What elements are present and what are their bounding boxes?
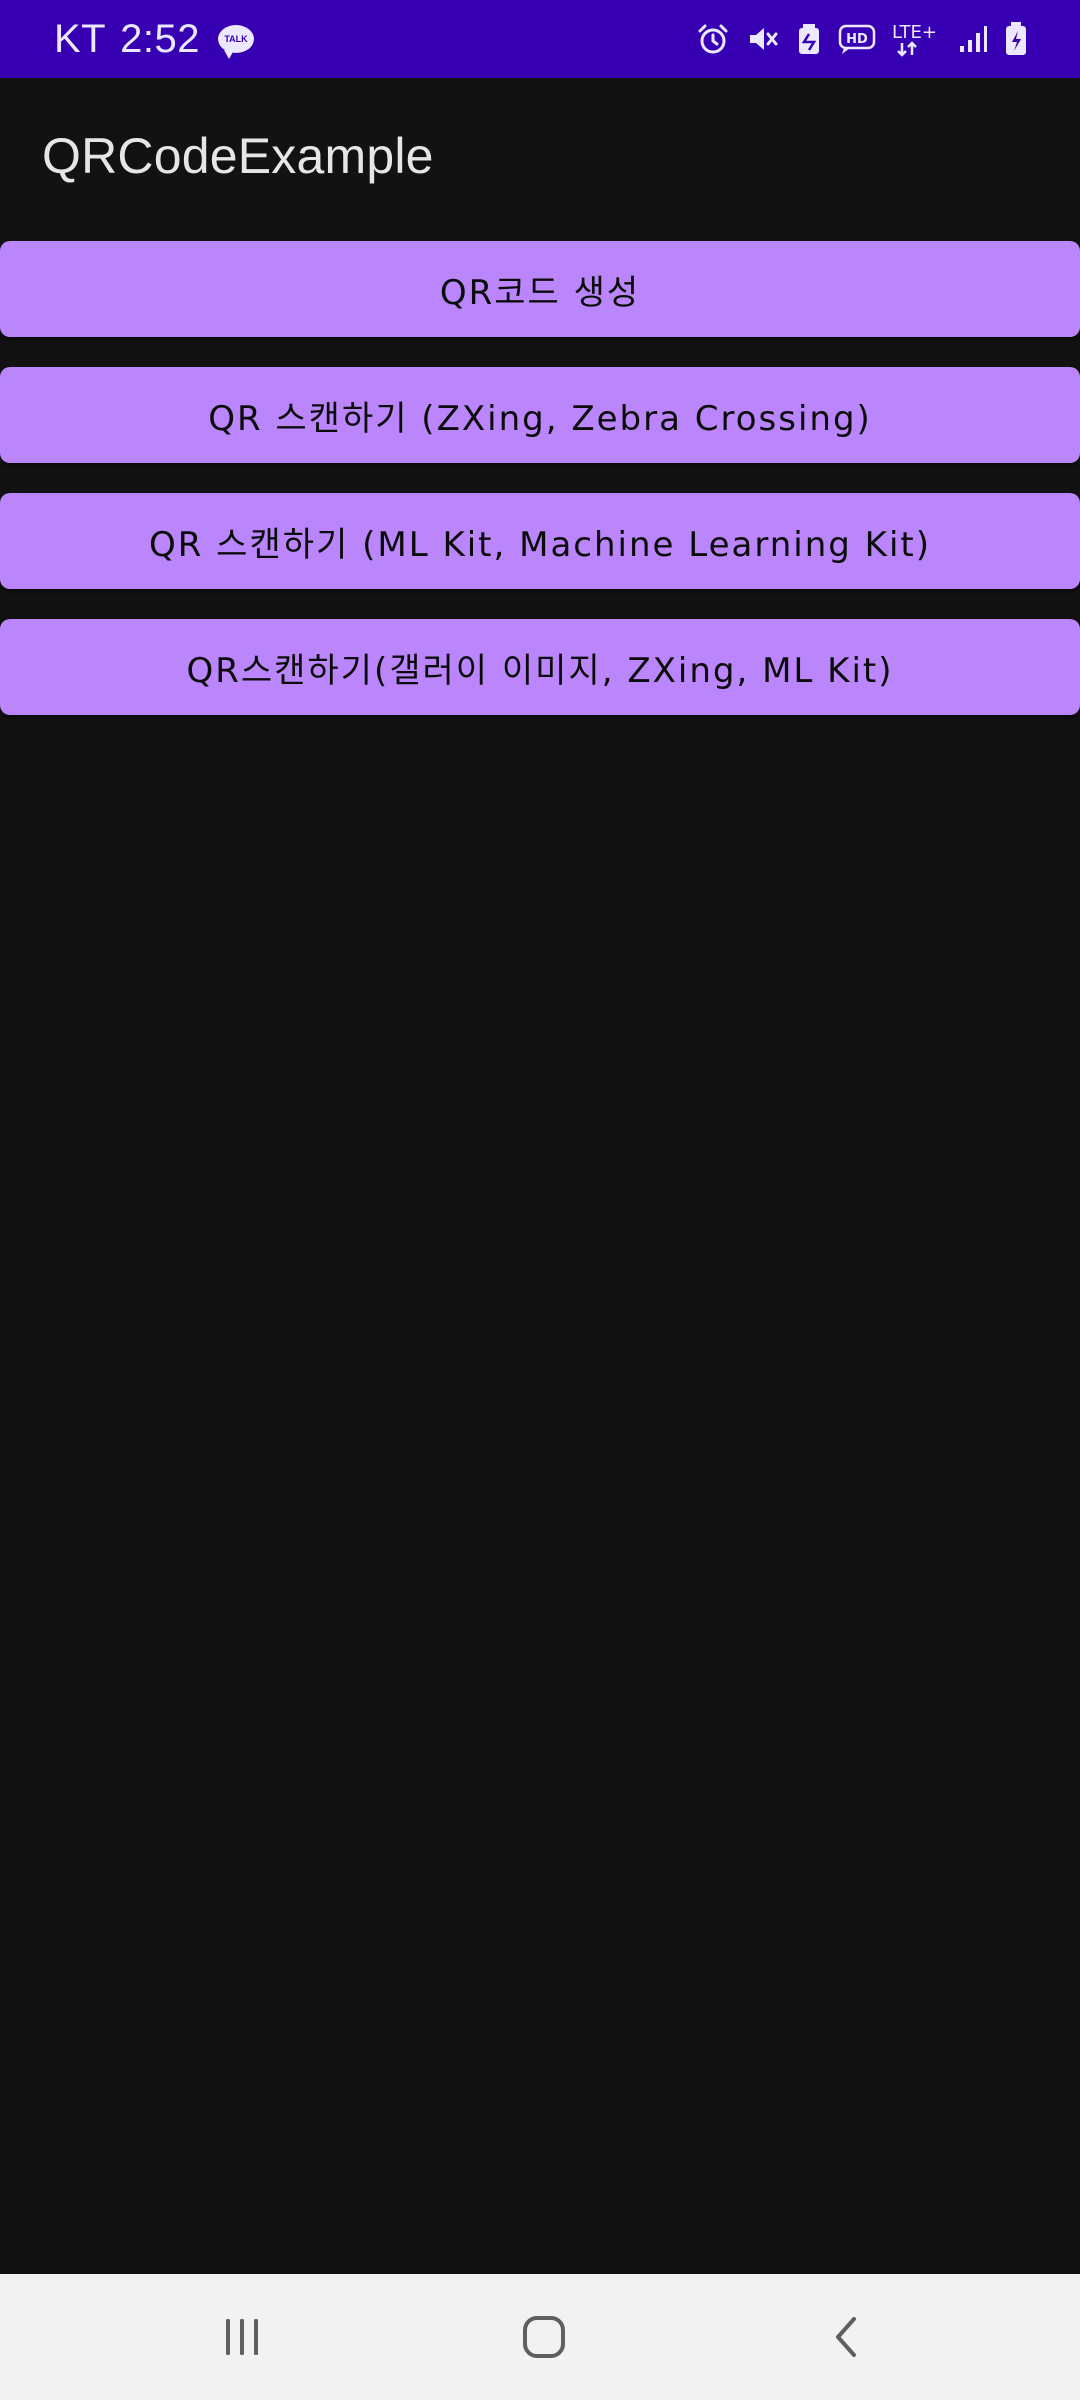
screen: KT 2:52 TALK HD LTE+ QRCodeExample QR코드 … xyxy=(0,0,1080,2400)
hd-voice-icon: HD xyxy=(838,22,876,56)
status-icons: HD LTE+ xyxy=(696,20,1028,58)
hd-label: HD xyxy=(846,32,868,47)
home-icon xyxy=(523,2316,565,2358)
status-time: 2:52 xyxy=(120,16,200,61)
lte-icon: LTE+ xyxy=(892,20,942,58)
carrier-label: KT xyxy=(54,16,107,61)
lte-label: LTE+ xyxy=(892,22,937,43)
qr-scan-mlkit-button[interactable]: QR 스캔하기 (ML Kit, Machine Learning Kit) xyxy=(0,493,1080,589)
alarm-icon xyxy=(696,22,730,56)
talk-badge-label: TALK xyxy=(224,34,248,44)
status-bar: KT 2:52 TALK HD LTE+ xyxy=(0,0,1080,78)
kakaotalk-notification-icon: TALK xyxy=(217,25,254,59)
recents-icon xyxy=(226,2319,258,2355)
home-button[interactable] xyxy=(464,2274,624,2400)
app-title: QRCodeExample xyxy=(42,128,434,184)
status-left: KT 2:52 TALK xyxy=(54,17,254,62)
battery-charging-icon xyxy=(1004,21,1028,57)
qr-scan-zxing-button[interactable]: QR 스캔하기 (ZXing, Zebra Crossing) xyxy=(0,367,1080,463)
battery-saver-icon xyxy=(796,22,822,56)
back-icon xyxy=(836,2317,856,2357)
recents-button[interactable] xyxy=(162,2274,322,2400)
qr-generate-button[interactable]: QR코드 생성 xyxy=(0,241,1080,337)
back-button[interactable] xyxy=(766,2274,926,2400)
navigation-bar xyxy=(0,2274,1080,2400)
app-bar: QRCodeExample xyxy=(0,78,1080,234)
qr-scan-gallery-button[interactable]: QR스캔하기(갤러이 이미지, ZXing, ML Kit) xyxy=(0,619,1080,715)
mute-icon xyxy=(746,22,780,56)
signal-icon xyxy=(958,24,988,54)
